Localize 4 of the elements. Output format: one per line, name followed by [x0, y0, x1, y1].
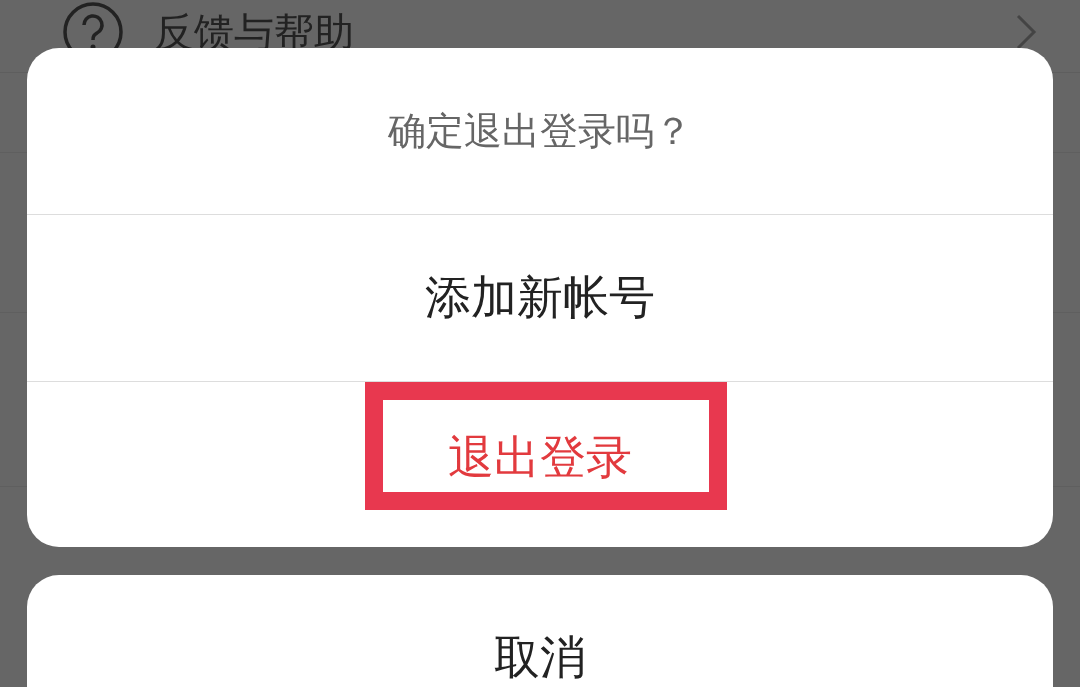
logout-button[interactable]: 退出登录: [27, 381, 1053, 547]
add-account-button[interactable]: 添加新帐号: [27, 215, 1053, 381]
dialog-title: 确定退出登录吗？: [27, 48, 1053, 215]
cancel-button[interactable]: 取消: [27, 575, 1053, 687]
